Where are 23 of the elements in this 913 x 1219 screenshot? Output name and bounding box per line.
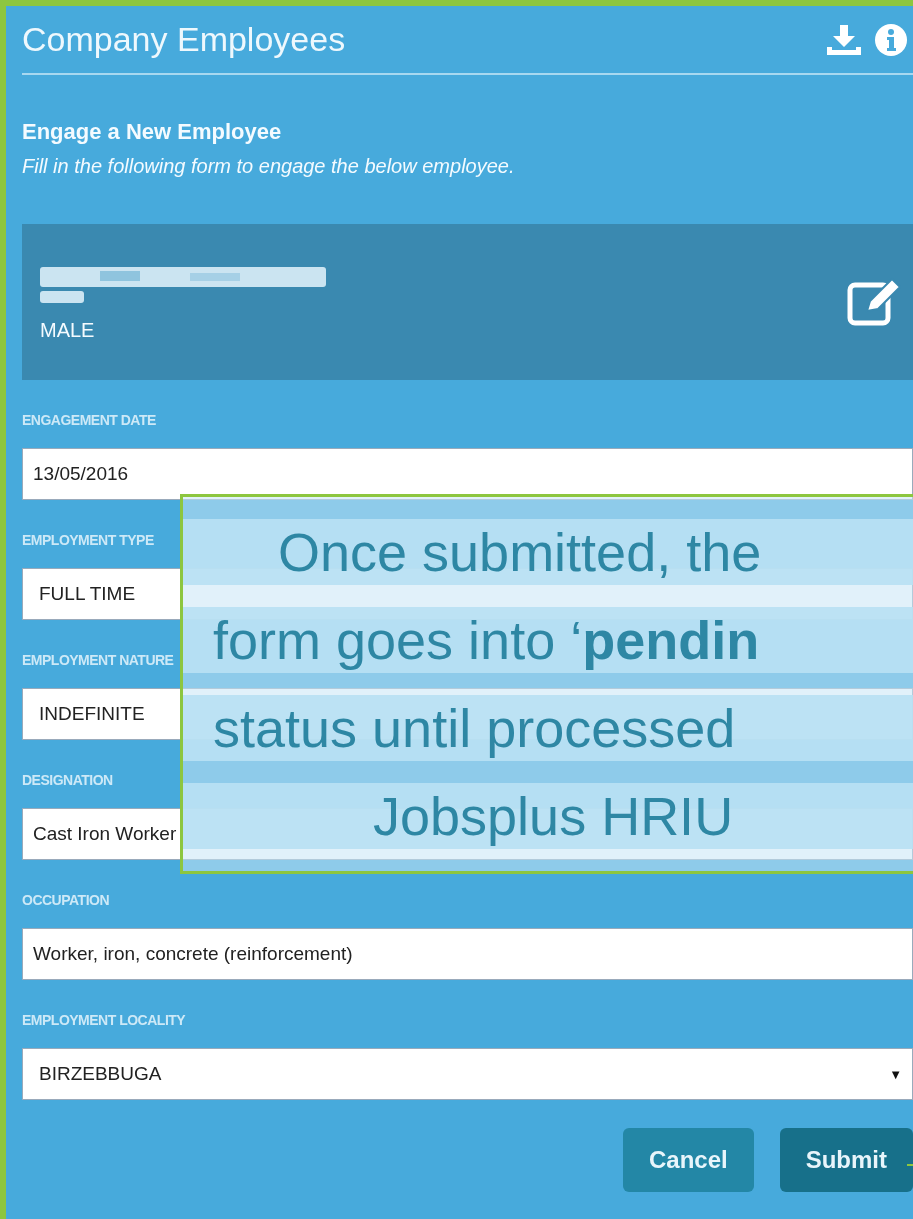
caret-icon: ▼ <box>889 1066 902 1082</box>
field-label: EMPLOYMENT NATURE <box>22 652 174 668</box>
field-label: ENGAGEMENT DATE <box>22 412 156 428</box>
section-heading: Engage a New Employee <box>22 119 283 145</box>
field-label: OCCUPATION <box>22 892 110 908</box>
input-field[interactable]: Worker, iron, concrete (reinforcement) <box>22 928 913 980</box>
dropdown-field[interactable]: BIRZEBBUGA ▼ <box>22 1048 913 1100</box>
edit-icon[interactable] <box>847 277 901 327</box>
input-field[interactable]: 13/05/2016 <box>22 448 913 500</box>
field-label: EMPLOYMENT LOCALITY <box>22 1012 186 1028</box>
section-subtitle: Fill in the following form to engage the below employee. <box>22 155 516 178</box>
download-icon[interactable] <box>827 24 861 55</box>
field-label: DESIGNATION <box>22 772 113 788</box>
info-icon[interactable] <box>875 23 907 56</box>
callout-text: Once submitted, the <box>183 519 913 585</box>
panel-title: Company Employees <box>22 20 346 59</box>
callout-text: form goes into ‘pendin <box>183 607 913 673</box>
submit-button[interactable]: Submit <box>779 1128 913 1192</box>
cancel-button[interactable]: Cancel <box>622 1128 754 1192</box>
employee-gender: MALE <box>40 318 96 342</box>
field-label: EMPLOYMENT TYPE <box>22 532 154 548</box>
callout-text: Jobsplus HRIU <box>183 783 913 849</box>
callout-text: status until processed <box>183 695 913 761</box>
